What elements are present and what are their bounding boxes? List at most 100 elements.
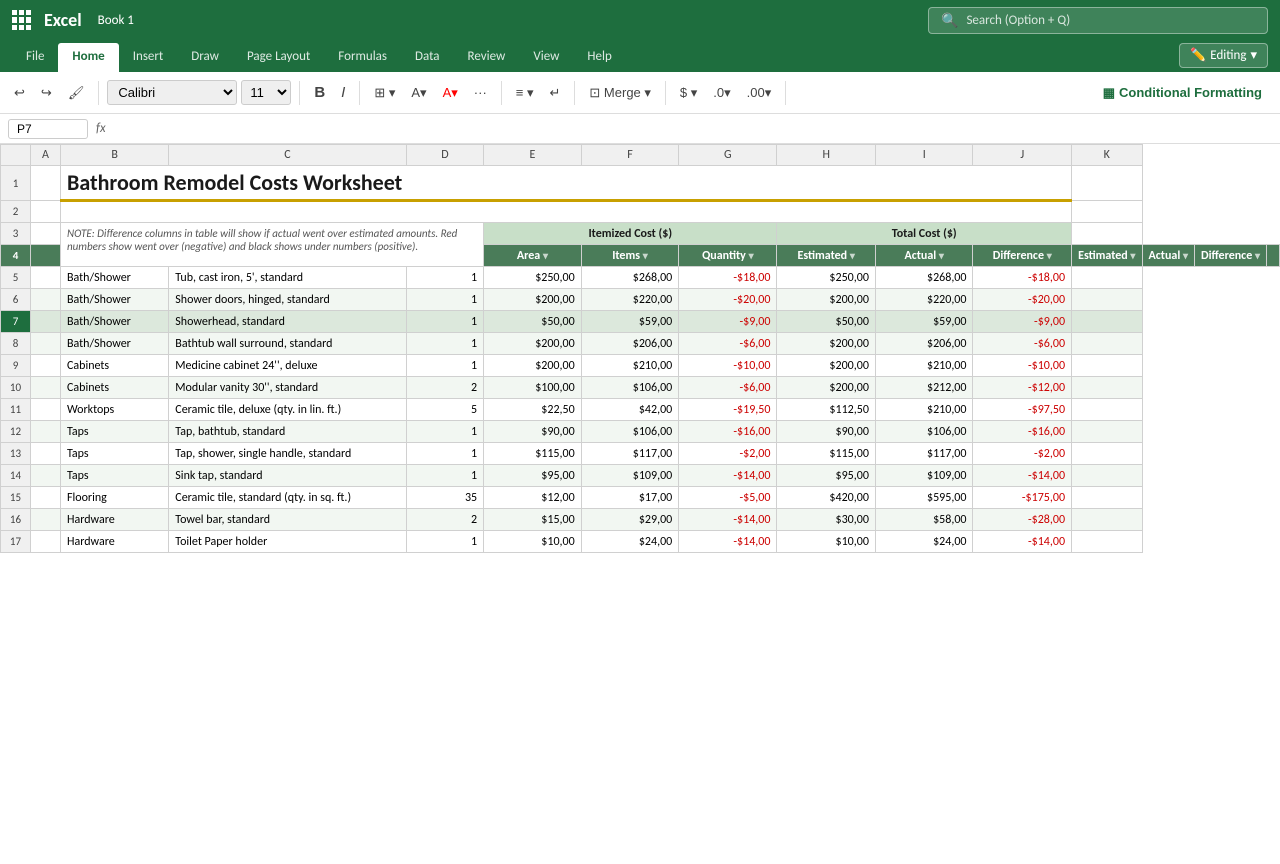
- tab-page-layout[interactable]: Page Layout: [233, 43, 324, 72]
- cell-item-11[interactable]: Ceramic tile, deluxe (qty. in lin. ft.): [169, 399, 406, 421]
- cell-tact-16[interactable]: $58,00: [875, 509, 973, 531]
- cell-qty-5[interactable]: 1: [406, 267, 483, 289]
- cell-diff-6[interactable]: -$20,00: [679, 289, 777, 311]
- cell-est-16[interactable]: $15,00: [484, 509, 582, 531]
- cell-tdiff-15[interactable]: -$175,00: [973, 487, 1072, 509]
- col-header-a[interactable]: A: [31, 145, 61, 166]
- cell-qty-8[interactable]: 1: [406, 333, 483, 355]
- cell-a13[interactable]: [31, 443, 61, 465]
- cell-est-5[interactable]: $250,00: [484, 267, 582, 289]
- cell-item-16[interactable]: Towel bar, standard: [169, 509, 406, 531]
- col-header-h[interactable]: H: [777, 145, 875, 166]
- cell-est-13[interactable]: $115,00: [484, 443, 582, 465]
- cell-test-8[interactable]: $200,00: [777, 333, 875, 355]
- cell-k12[interactable]: [1072, 421, 1142, 443]
- area-dropdown[interactable]: ▾: [543, 249, 548, 262]
- font-size-select[interactable]: 11: [241, 80, 291, 105]
- cell-act-10[interactable]: $106,00: [581, 377, 679, 399]
- cell-item-17[interactable]: Toilet Paper holder: [169, 531, 406, 553]
- tab-file[interactable]: File: [12, 43, 58, 72]
- col-header-g[interactable]: G: [679, 145, 777, 166]
- cell-a3[interactable]: [31, 223, 61, 245]
- cell-a15[interactable]: [31, 487, 61, 509]
- cell-diff-17[interactable]: -$14,00: [679, 531, 777, 553]
- cell-test-13[interactable]: $115,00: [777, 443, 875, 465]
- bold-button[interactable]: B: [308, 81, 331, 104]
- cell-act-16[interactable]: $29,00: [581, 509, 679, 531]
- cell-qty-14[interactable]: 1: [406, 465, 483, 487]
- cell-qty-11[interactable]: 5: [406, 399, 483, 421]
- cell-est-6[interactable]: $200,00: [484, 289, 582, 311]
- format-painter-button[interactable]: 🖌: [62, 82, 91, 104]
- cell-item-7[interactable]: Showerhead, standard: [169, 311, 406, 333]
- cell-a4[interactable]: [31, 245, 61, 267]
- act-dropdown[interactable]: ▾: [939, 249, 944, 262]
- cell-a8[interactable]: [31, 333, 61, 355]
- cell-test-17[interactable]: $10,00: [777, 531, 875, 553]
- cell-test-6[interactable]: $200,00: [777, 289, 875, 311]
- cell-tact-9[interactable]: $210,00: [875, 355, 973, 377]
- cell-tact-7[interactable]: $59,00: [875, 311, 973, 333]
- col-header-c[interactable]: C: [169, 145, 406, 166]
- fill-color-button[interactable]: A▾: [405, 82, 432, 104]
- cell-qty-6[interactable]: 1: [406, 289, 483, 311]
- cell-a1[interactable]: [31, 166, 61, 201]
- cell-item-5[interactable]: Tub, cast iron, 5', standard: [169, 267, 406, 289]
- cell-k7[interactable]: [1072, 311, 1142, 333]
- header-actual[interactable]: Actual ▾: [875, 245, 973, 267]
- cell-test-7[interactable]: $50,00: [777, 311, 875, 333]
- cell-area-11[interactable]: Worktops: [61, 399, 169, 421]
- cell-test-11[interactable]: $112,50: [777, 399, 875, 421]
- dec-button[interactable]: .0▾: [707, 82, 736, 104]
- cell-tact-10[interactable]: $212,00: [875, 377, 973, 399]
- cell-area-10[interactable]: Cabinets: [61, 377, 169, 399]
- cell-item-9[interactable]: Medicine cabinet 24'', deluxe: [169, 355, 406, 377]
- cell-act-5[interactable]: $268,00: [581, 267, 679, 289]
- cell-tdiff-8[interactable]: -$6,00: [973, 333, 1072, 355]
- cell-a2[interactable]: [31, 201, 61, 223]
- t-est-dropdown[interactable]: ▾: [1130, 249, 1135, 262]
- redo-button[interactable]: ↪: [35, 82, 58, 104]
- cell-tdiff-16[interactable]: -$28,00: [973, 509, 1072, 531]
- cell-qty-13[interactable]: 1: [406, 443, 483, 465]
- cell-act-17[interactable]: $24,00: [581, 531, 679, 553]
- items-dropdown[interactable]: ▾: [643, 249, 648, 262]
- cell-area-12[interactable]: Taps: [61, 421, 169, 443]
- cell-est-11[interactable]: $22,50: [484, 399, 582, 421]
- cell-qty-16[interactable]: 2: [406, 509, 483, 531]
- cell-diff-14[interactable]: -$14,00: [679, 465, 777, 487]
- cell-act-11[interactable]: $42,00: [581, 399, 679, 421]
- tab-review[interactable]: Review: [454, 43, 520, 72]
- cell-tact-6[interactable]: $220,00: [875, 289, 973, 311]
- header-items[interactable]: Items ▾: [581, 245, 679, 267]
- cell-a14[interactable]: [31, 465, 61, 487]
- cell-tact-14[interactable]: $109,00: [875, 465, 973, 487]
- cell-a11[interactable]: [31, 399, 61, 421]
- cell-a10[interactable]: [31, 377, 61, 399]
- font-select[interactable]: Calibri: [107, 80, 237, 105]
- cell-tdiff-5[interactable]: -$18,00: [973, 267, 1072, 289]
- cell-tdiff-9[interactable]: -$10,00: [973, 355, 1072, 377]
- cell-item-8[interactable]: Bathtub wall surround, standard: [169, 333, 406, 355]
- cell-tact-5[interactable]: $268,00: [875, 267, 973, 289]
- cell-tdiff-11[interactable]: -$97,50: [973, 399, 1072, 421]
- cell-tact-17[interactable]: $24,00: [875, 531, 973, 553]
- cell-k17[interactable]: [1072, 531, 1142, 553]
- cell-qty-15[interactable]: 35: [406, 487, 483, 509]
- cell-qty-7[interactable]: 1: [406, 311, 483, 333]
- header-t-actual[interactable]: Actual ▾: [1142, 245, 1195, 267]
- more-button[interactable]: ···: [468, 82, 493, 103]
- cell-qty-10[interactable]: 2: [406, 377, 483, 399]
- cell-area-5[interactable]: Bath/Shower: [61, 267, 169, 289]
- col-header-b[interactable]: B: [61, 145, 169, 166]
- tab-data[interactable]: Data: [401, 43, 454, 72]
- tab-insert[interactable]: Insert: [119, 43, 178, 72]
- cell-a16[interactable]: [31, 509, 61, 531]
- cell-act-12[interactable]: $106,00: [581, 421, 679, 443]
- italic-button[interactable]: I: [335, 81, 351, 104]
- cell-diff-16[interactable]: -$14,00: [679, 509, 777, 531]
- cell-k15[interactable]: [1072, 487, 1142, 509]
- cell-act-13[interactable]: $117,00: [581, 443, 679, 465]
- cell-diff-12[interactable]: -$16,00: [679, 421, 777, 443]
- wrap-button[interactable]: ↵: [544, 82, 567, 104]
